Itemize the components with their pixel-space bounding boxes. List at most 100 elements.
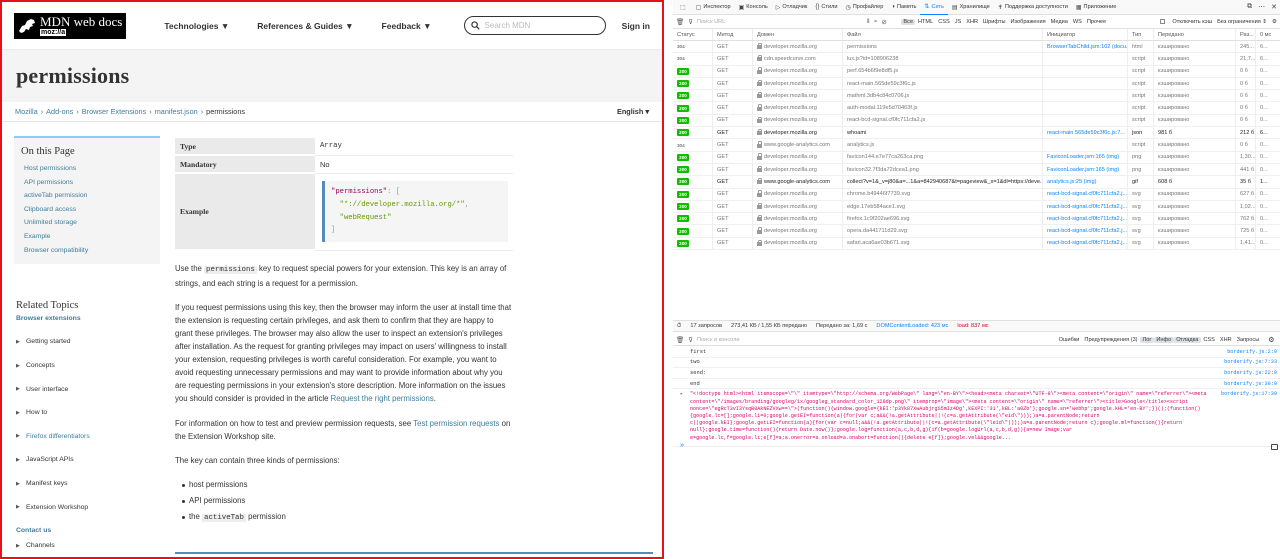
search-icon[interactable]: ⌕ (874, 18, 878, 26)
table-row[interactable]: 200 GET developer.mozilla.org opera.da44171… (673, 225, 1280, 238)
throttle-select[interactable]: Без ограничения ⇕ (1217, 19, 1267, 25)
column-header[interactable]: 0 мс (1256, 29, 1280, 40)
table-row[interactable]: 304 GET www.google-analytics.com analytics.… (673, 139, 1280, 152)
initiator-link[interactable]: react-bcd-signal.cf0fc711cfa2.j... (1047, 216, 1127, 222)
console-source-link[interactable]: borderify.js:2:9 (1227, 349, 1277, 355)
block-icon[interactable]: ⊘ (881, 18, 886, 26)
expand-arrow-icon[interactable]: ▸ (680, 391, 683, 398)
breadcrumb-browser-extensions[interactable]: Browser Extensions (82, 107, 146, 116)
devtools-tab[interactable]: ▢ Инспектор (692, 0, 735, 15)
breadcrumb-addons[interactable]: Add-ons (46, 107, 73, 116)
related-topic-item[interactable]: ▶ Manifest keys (16, 472, 160, 496)
type-filter-button[interactable]: HTML (915, 19, 935, 25)
console-filter-button[interactable]: Ошибки (1056, 337, 1082, 343)
pause-icon[interactable]: ‖ (867, 18, 870, 25)
initiator-link[interactable]: FaviconLoader.jsm:165 (img) (1047, 167, 1119, 173)
initiator-link[interactable]: react-bcd-signal.cf0fc711cfa2.j... (1047, 228, 1127, 234)
type-filter-button[interactable]: JS (952, 19, 964, 25)
initiator-link[interactable]: BrowserTabChild.jsm:102 (docu... (1047, 44, 1127, 50)
on-this-page-link[interactable]: Example (21, 230, 154, 244)
column-header[interactable]: Статус (673, 29, 713, 40)
console-filter-button[interactable]: Предупреждения (3) (1082, 337, 1140, 343)
on-this-page-link[interactable]: Browser compatibility (21, 244, 154, 258)
table-row[interactable]: 200 GET developer.mozilla.org react-main.56… (673, 77, 1280, 91)
nav-feedback[interactable]: Feedback ▼ (382, 21, 432, 31)
initiator-link[interactable]: react-bcd-signal.cf0fc711cfa2.j... (1047, 191, 1127, 197)
on-this-page-link[interactable]: Clipboard access (21, 203, 154, 217)
console-source-link[interactable]: borderify.js:22:9 (1224, 370, 1277, 376)
table-row[interactable]: 200 GET developer.mozilla.org chrome.b49446… (673, 188, 1280, 201)
related-topic-item[interactable]: ▶ Firefox differentiators (16, 425, 160, 449)
devtools-tab[interactable]: ✝ Поддержка доступности (994, 0, 1072, 15)
table-row[interactable]: 304 GET developer.mozilla.org permissions Br… (673, 41, 1280, 54)
related-topic-item[interactable]: ▶ Concepts (16, 354, 160, 378)
devtools-tab[interactable]: ◑ Память (887, 0, 920, 15)
related-topic-item[interactable]: ▶ How to (16, 401, 160, 425)
devtools-tab[interactable]: ▣ Консоль (735, 0, 772, 15)
console-filter-input[interactable] (697, 336, 898, 343)
breadcrumb-mozilla[interactable]: Mozilla (15, 107, 38, 116)
search-box[interactable] (463, 16, 606, 35)
related-topic-item[interactable]: ▶ Extension Workshop (16, 495, 160, 519)
type-filter-button[interactable]: Изображения (1008, 19, 1048, 25)
column-header[interactable]: Домен (753, 29, 843, 40)
contact-us-link[interactable]: Contact us (16, 527, 160, 534)
type-filter-button[interactable]: WS (1070, 19, 1084, 25)
column-header[interactable]: Передано (1154, 29, 1236, 40)
initiator-link[interactable]: react-bcd-signal.cf0fc711cfa2.j... (1047, 204, 1127, 210)
devtools-tab[interactable]: ⇅ Сеть (920, 0, 948, 15)
type-filter-button[interactable]: XHR (964, 19, 981, 25)
column-header[interactable]: Файл (843, 29, 1043, 40)
type-filter-button[interactable]: Все (900, 18, 916, 25)
table-row[interactable]: 200 GET developer.mozilla.org firefox.1c9f2… (673, 213, 1280, 226)
disable-cache-toggle[interactable]: Отключить кэш (1160, 19, 1212, 25)
gear-icon[interactable]: ⚙ (1272, 19, 1277, 25)
column-header[interactable]: Тип (1128, 29, 1154, 40)
console-source-link[interactable]: borderify.js:17:39 (1221, 391, 1277, 398)
console-prompt[interactable]: » (680, 442, 684, 449)
on-this-page-link[interactable]: Host permissions (21, 162, 154, 176)
type-filter-button[interactable]: Медиа (1048, 19, 1070, 25)
console-filter-button[interactable]: Отладка (1173, 336, 1201, 343)
console-filter-button[interactable]: Запросы (1234, 337, 1262, 343)
related-topic-item[interactable]: ▶ Getting started (16, 330, 160, 354)
language-selector[interactable]: English ▾ (617, 107, 649, 116)
dock-icon[interactable]: ⧉ (1247, 3, 1252, 11)
console-filter-button[interactable]: CSS (1201, 337, 1218, 343)
table-row[interactable]: 200 GET developer.mozilla.org auth-modal.11… (673, 102, 1280, 115)
close-icon[interactable]: ✕ (1271, 3, 1277, 11)
gear-icon[interactable]: ⚙ (1266, 336, 1277, 344)
type-filter-button[interactable]: Прочее (1084, 19, 1108, 25)
url-filter-input[interactable] (697, 18, 868, 25)
table-row[interactable]: 200 GET developer.mozilla.org favicon32.7f3… (673, 163, 1280, 177)
type-filter-button[interactable]: CSS (936, 19, 953, 25)
breadcrumb-manifest-json[interactable]: manifest.json (155, 107, 198, 116)
related-topic-item[interactable]: ▶ User interface (16, 377, 160, 401)
column-header[interactable]: Инициатор (1043, 29, 1128, 40)
mdn-logo[interactable]: MDN web docs moz://a (14, 12, 127, 39)
on-this-page-link[interactable]: API permissions (21, 176, 154, 190)
console-source-link[interactable]: borderify.js:7:33 (1224, 359, 1277, 365)
pick-element-icon[interactable]: ⬚ (676, 0, 692, 15)
on-this-page-link[interactable]: activeTab permission (21, 189, 154, 203)
devtools-tab[interactable]: ▷ Отладчик (772, 0, 812, 15)
nav-technologies[interactable]: Technologies ▼ (164, 21, 229, 31)
trash-icon[interactable]: 🗑 (676, 18, 684, 26)
type-filter-button[interactable]: Шрифты (981, 19, 1008, 25)
initiator-link[interactable]: react-main.565de59c3f6c.js:7... (1047, 130, 1125, 136)
split-console-icon[interactable] (1271, 444, 1278, 450)
related-topic-item[interactable]: ▶ Channels (16, 534, 160, 557)
search-input[interactable] (484, 21, 595, 30)
table-row[interactable]: 200 GET developer.mozilla.org favicon144.e7… (673, 151, 1280, 164)
devtools-tab[interactable]: ◷ Профайлер (841, 0, 887, 15)
initiator-link[interactable]: react-bcd-signal.cf0fc711cfa2.j... (1047, 240, 1127, 246)
table-row[interactable]: 200 GET developer.mozilla.org edge.17eb584a… (673, 200, 1280, 214)
table-row[interactable]: 200 GET www.google-analytics.com collect?v=… (673, 176, 1280, 189)
table-row[interactable]: 304 GET cdn.speedcurve.com lux.js?id=108906… (673, 53, 1280, 66)
initiator-link[interactable]: FaviconLoader.jsm:165 (img) (1047, 154, 1119, 160)
devtools-tab[interactable]: {} Стили (811, 0, 841, 15)
on-this-page-link[interactable]: Unlimited storage (21, 216, 154, 230)
console-html-dump[interactable]: ▸ "<!doctype html><html itemscope=\"\" i… (673, 389, 1280, 448)
table-row[interactable]: 200 GET developer.mozilla.org mathml.3db4c8… (673, 90, 1280, 103)
related-browser-extensions[interactable]: Browser extensions (16, 315, 160, 322)
